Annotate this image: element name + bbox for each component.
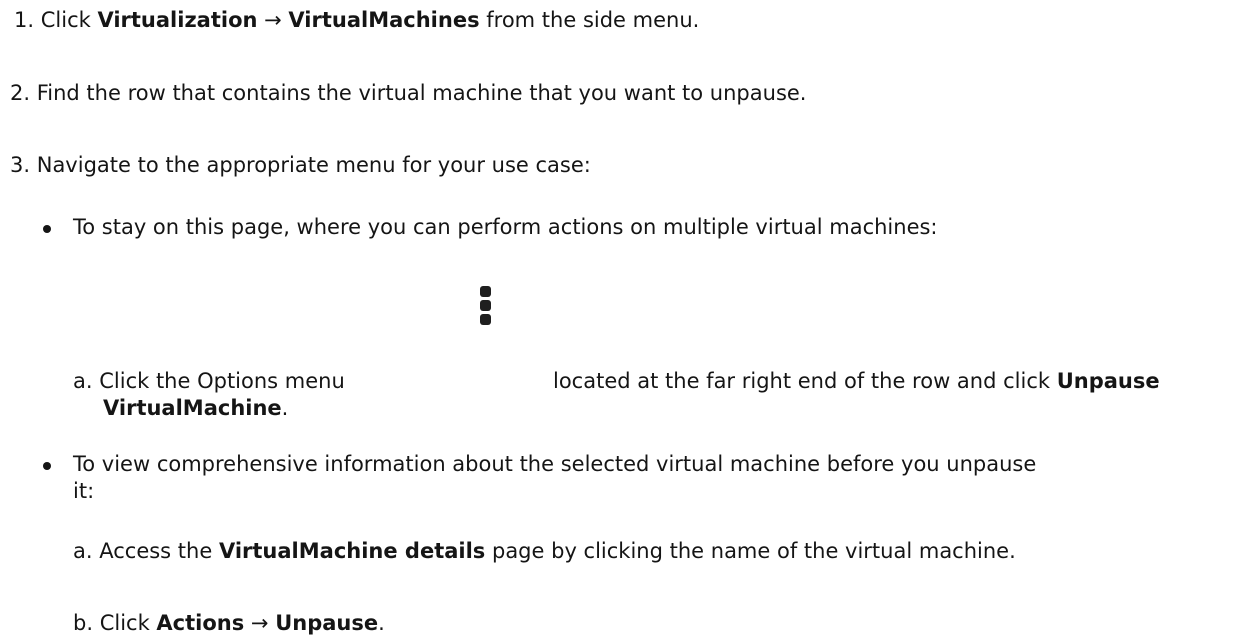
bullet-1-text: To stay on this page, where you can perf… bbox=[73, 215, 938, 239]
substep-1a-line-2: VirtualMachine. bbox=[103, 396, 289, 420]
menu-item-virtualmachines: VirtualMachines bbox=[288, 8, 480, 32]
step-1: 1. Click Virtualization → VirtualMachine… bbox=[14, 7, 699, 34]
substep-1a-line-1: a. Click the Options menu bbox=[73, 368, 345, 395]
step-text: Find the row that contains the virtual m… bbox=[36, 81, 807, 105]
step-text: from the side menu. bbox=[479, 8, 700, 32]
bullet-2-line-1: To view comprehensive information about … bbox=[73, 452, 1037, 476]
step-number: 1. bbox=[14, 8, 35, 32]
substep-1a-line-1-rest: located at the far right end of the row … bbox=[553, 368, 1160, 395]
action-unpause: Unpause bbox=[1056, 369, 1160, 393]
substep-letter: a. bbox=[73, 539, 93, 563]
procedure-document: { "steps": [ { "number": "1.", "text_pre… bbox=[0, 0, 1252, 639]
bullet-marker bbox=[43, 225, 51, 233]
step-text: Navigate to the appropriate menu for you… bbox=[36, 153, 591, 177]
arrow-separator: → bbox=[244, 611, 276, 635]
page-virtualmachine-details: VirtualMachine details bbox=[218, 539, 486, 563]
bullet-marker bbox=[43, 462, 51, 470]
step-number: 3. bbox=[10, 153, 31, 177]
menu-item-virtualization: Virtualization bbox=[97, 8, 258, 32]
substep-text: located at the far right end of the row … bbox=[553, 369, 1057, 393]
substep-letter: a. bbox=[73, 369, 93, 393]
arrow-separator: → bbox=[257, 8, 289, 32]
action-virtualmachine: VirtualMachine bbox=[103, 396, 282, 420]
substep-letter: b. bbox=[73, 611, 94, 635]
step-text: Click bbox=[40, 8, 98, 32]
step-number: 2. bbox=[10, 81, 31, 105]
bullet-2-line-2: it: bbox=[73, 479, 95, 503]
menu-item-unpause: Unpause bbox=[275, 611, 379, 635]
kebab-options-icon bbox=[480, 286, 494, 328]
step-2: 2. Find the row that contains the virtua… bbox=[10, 80, 806, 107]
substep-2a: a. Access the VirtualMachine details pag… bbox=[73, 539, 1016, 563]
substep-2b: b. Click Actions → Unpause. bbox=[73, 611, 385, 635]
step-3: 3. Navigate to the appropriate menu for … bbox=[10, 152, 591, 179]
substep-text: Click the Options menu bbox=[99, 369, 345, 393]
menu-actions: Actions bbox=[156, 611, 245, 635]
